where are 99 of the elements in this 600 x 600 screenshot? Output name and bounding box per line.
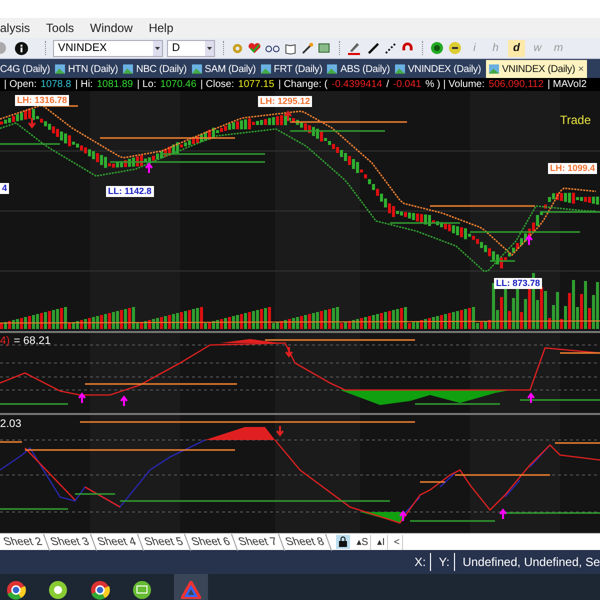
resistance-line xyxy=(555,442,600,444)
book-icon[interactable] xyxy=(284,42,297,54)
quote-label: | Lo: xyxy=(136,78,156,91)
indicator-name: 4) xyxy=(0,334,10,349)
toolbar-grip-icon xyxy=(422,41,426,55)
low-price-label: 4 xyxy=(0,183,10,194)
chart-picture-icon xyxy=(192,64,202,74)
sell-arrow-icon xyxy=(285,346,293,358)
dotted-line-icon[interactable] xyxy=(384,42,397,54)
chart-tab[interactable]: C4G (Daily) xyxy=(0,60,50,78)
quote-value: 506,090,112 xyxy=(488,78,544,91)
chart-tab[interactable]: ABS (Daily) xyxy=(327,60,390,78)
resistance-line xyxy=(560,352,600,354)
quote-label: | Change: ( xyxy=(278,78,328,91)
menu-item[interactable]: Window xyxy=(90,19,133,37)
quote-label: | Close: xyxy=(200,78,234,91)
buy-arrow-icon xyxy=(499,508,507,520)
picture-icon[interactable] xyxy=(318,42,331,54)
disc-icon[interactable] xyxy=(48,580,68,600)
status-text: Y: xyxy=(438,553,455,571)
lock-icon[interactable] xyxy=(336,535,350,549)
browser-icon[interactable] xyxy=(6,580,26,600)
sell-arrow-icon xyxy=(276,425,284,437)
play-icon[interactable] xyxy=(430,41,444,55)
buy-arrow-icon xyxy=(527,392,535,404)
support-line xyxy=(75,493,115,495)
buy-arrow-icon xyxy=(78,392,86,404)
resistance-line xyxy=(0,441,22,443)
high-price-label: LH: 1316.78 xyxy=(15,95,70,106)
chart-tab[interactable]: VNINDEX (Daily) xyxy=(394,60,481,78)
interval-field[interactable]: D xyxy=(167,40,215,56)
buy-arrow-icon xyxy=(120,395,128,407)
quote-value: 1077.15 xyxy=(238,78,274,91)
symbol-field[interactable]: VNINDEX xyxy=(53,40,163,56)
support-line xyxy=(0,403,68,405)
period-button[interactable]: d xyxy=(508,40,525,56)
trade-label: Trade xyxy=(560,112,591,129)
status-text: Undefined, Undefined, Se xyxy=(462,554,600,571)
chart-picture-icon xyxy=(260,64,271,74)
quote-value: 1070.46 xyxy=(160,78,196,91)
support-line xyxy=(540,211,600,213)
quote-value: -0.4399414 xyxy=(332,78,382,91)
support-line xyxy=(390,222,460,224)
support-line xyxy=(0,508,68,510)
sell-arrow-icon xyxy=(284,110,292,122)
quote-value: 1081.89 xyxy=(96,78,133,91)
high-price-label: LH: 1295.12 xyxy=(258,96,312,107)
chart-picture-icon xyxy=(327,64,338,74)
quote-label: | MAVol2 xyxy=(548,78,587,91)
quote-label: | Open: xyxy=(4,78,37,91)
info-icon[interactable] xyxy=(14,40,29,56)
oversold-fill-area xyxy=(360,512,405,523)
dropdown-icon xyxy=(205,40,214,56)
monitor-icon[interactable] xyxy=(132,580,152,600)
close-button[interactable]: × xyxy=(578,62,584,76)
dropdown-icon xyxy=(153,40,162,56)
low-price-label: LL: 1142.8 xyxy=(106,186,154,197)
pen-icon[interactable] xyxy=(347,41,363,55)
low-price-label: LL: 873.78 xyxy=(494,278,542,289)
chart-picture-icon xyxy=(123,64,134,74)
toolbar-grip-icon xyxy=(339,41,343,55)
quote-label: / xyxy=(386,78,389,91)
quote-label: % ) | Volume: xyxy=(425,78,485,91)
menu-item[interactable]: Tools xyxy=(46,19,74,37)
heart-icon[interactable] xyxy=(248,42,261,54)
chart-picture-icon xyxy=(488,64,499,74)
chart-picture-icon xyxy=(55,64,66,74)
quote-label: | Hi: xyxy=(75,78,93,91)
overbought-fill-area xyxy=(205,427,275,440)
support-line xyxy=(490,260,515,262)
buy-arrow-icon xyxy=(525,234,533,246)
symbol-value: VNINDEX xyxy=(58,40,107,56)
resistance-line xyxy=(420,481,445,483)
quote-value: 1078.8 xyxy=(40,78,72,91)
high-price-label: LH: 1099.4 xyxy=(548,163,598,174)
chart-tab[interactable]: NBC (Daily) xyxy=(123,60,187,78)
menu-item[interactable]: Help xyxy=(148,19,174,37)
pause-icon[interactable] xyxy=(448,41,462,55)
quote-value: -0.041 xyxy=(393,78,422,91)
indicator-value: = 68.21 xyxy=(14,334,51,349)
chart-picture-icon xyxy=(394,64,405,74)
wand-icon[interactable] xyxy=(301,42,314,54)
interval-value: D xyxy=(172,40,180,56)
toolbar-grip-icon xyxy=(223,41,227,55)
browser-icon[interactable] xyxy=(90,580,110,600)
buy-arrow-icon xyxy=(145,162,153,174)
toolbar-grip-icon xyxy=(45,41,49,55)
line-icon[interactable] xyxy=(367,42,380,54)
support-line xyxy=(0,143,60,145)
buy-arrow-icon xyxy=(399,510,407,522)
resistance-line xyxy=(44,105,78,107)
status-text: X: xyxy=(414,553,431,571)
sell-arrow-icon xyxy=(28,117,36,129)
chart-tab[interactable]: FRT (Daily) xyxy=(260,60,322,78)
chart-tab[interactable]: HTN (Daily) xyxy=(55,60,118,78)
indicator-value: 2.03 xyxy=(0,417,22,432)
menu-item[interactable]: alysis xyxy=(0,19,30,37)
chart-tab[interactable]: SAM (Daily) xyxy=(192,60,256,78)
chart-tab[interactable]: VNINDEX (Daily) × xyxy=(486,60,587,78)
